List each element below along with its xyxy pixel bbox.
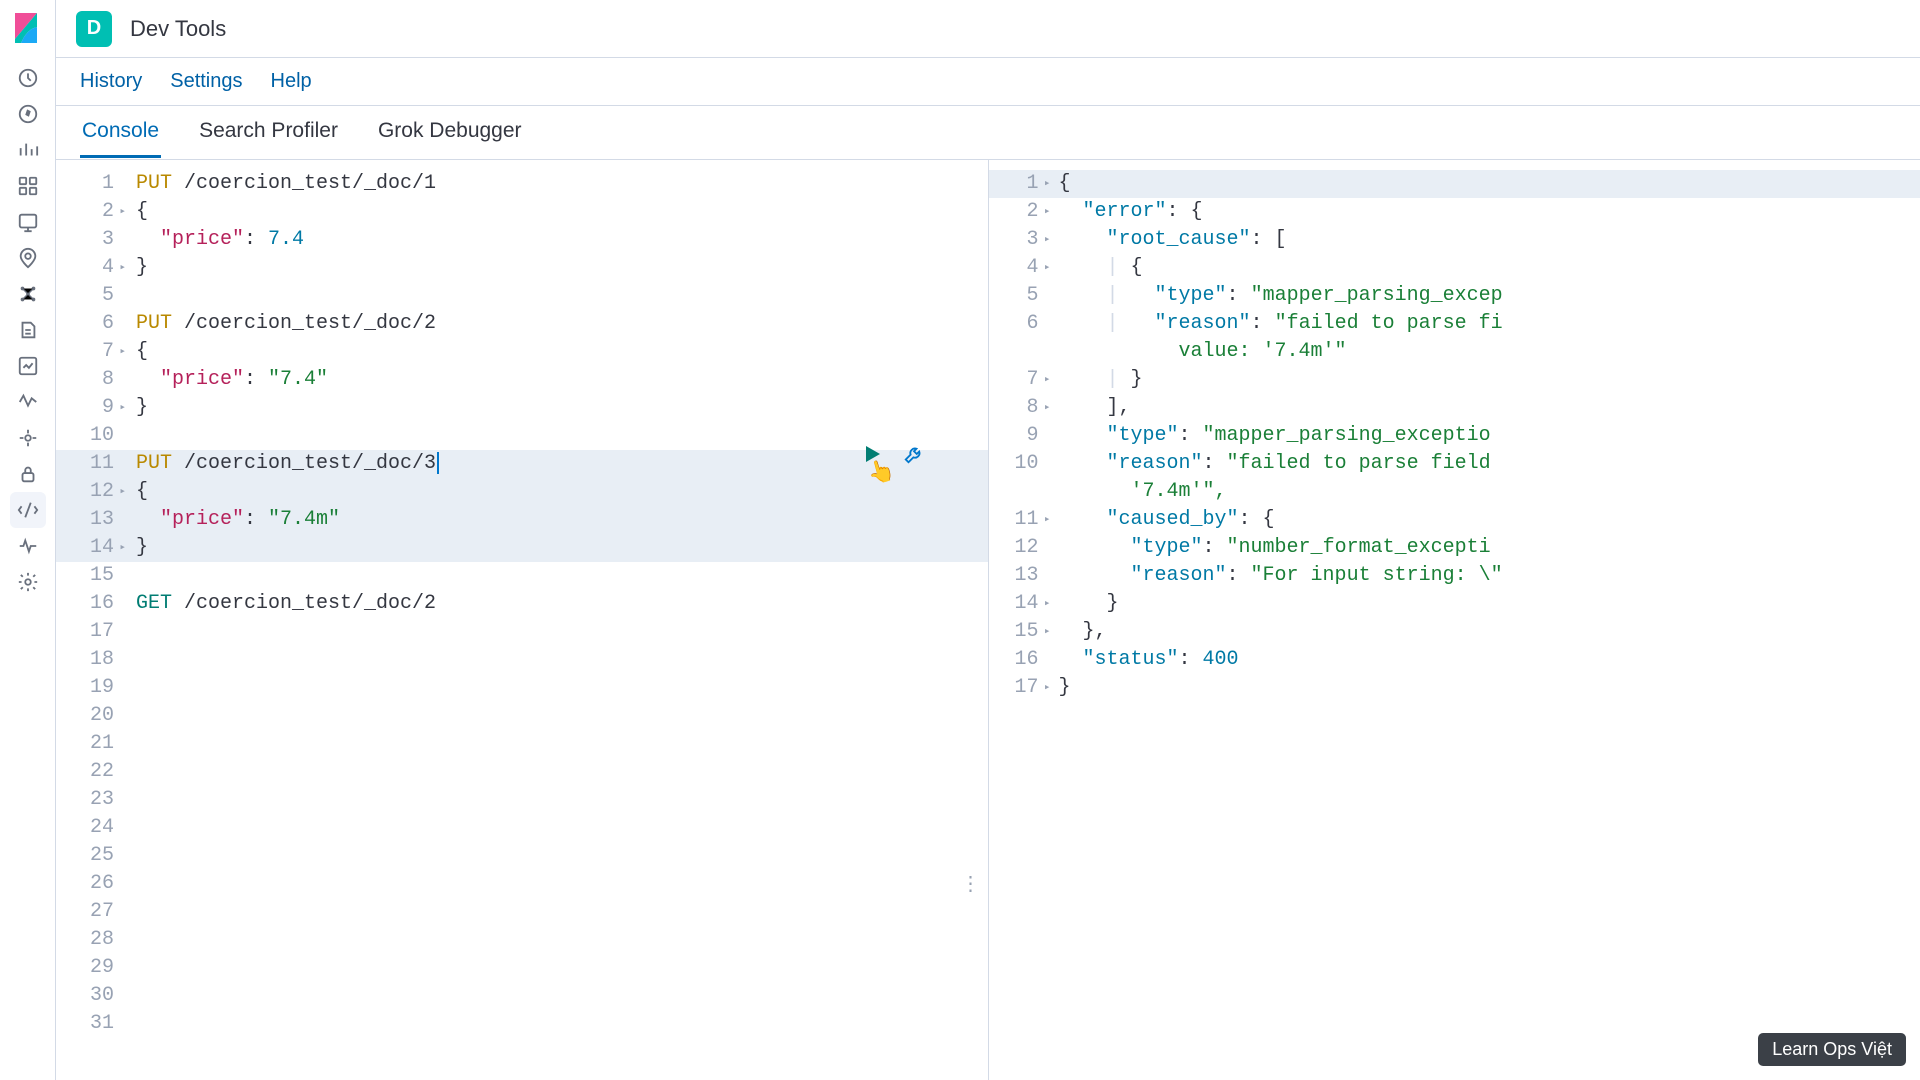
response-viewer[interactable]: 1234567891011121314151617{ "error": { "r…	[988, 160, 1920, 1080]
dashboard-icon[interactable]	[10, 168, 46, 204]
help-link[interactable]: Help	[271, 70, 312, 93]
code-line[interactable]: {	[136, 198, 988, 226]
code-line[interactable]: "caused_by": {	[1059, 506, 1920, 534]
space-badge[interactable]: D	[76, 11, 112, 47]
code-line[interactable]: }	[136, 394, 988, 422]
history-link[interactable]: History	[80, 70, 142, 93]
code-line[interactable]: "reason": "For input string: \"	[1059, 562, 1920, 590]
request-editor[interactable]: 👆 ⋮ 123456789101112131415161718192021222…	[56, 160, 988, 1080]
code-line[interactable]: | "reason": "failed to parse fi	[1059, 310, 1920, 338]
code-line[interactable]: "root_cause": [	[1059, 226, 1920, 254]
code-line[interactable]: {	[1059, 170, 1920, 198]
code-line[interactable]: {	[136, 338, 988, 366]
main-area: D Dev Tools History Settings Help Consol…	[56, 0, 1920, 1080]
code-line[interactable]: "type": "number_format_excepti	[1059, 534, 1920, 562]
toolbar: History Settings Help	[56, 58, 1920, 106]
discover-icon[interactable]	[10, 96, 46, 132]
code-line[interactable]: PUT /coercion_test/_doc/1	[136, 170, 988, 198]
code-line[interactable]: },	[1059, 618, 1920, 646]
side-nav	[0, 0, 56, 1080]
request-options-icon[interactable]	[900, 440, 928, 468]
watermark: Learn Ops Việt	[1758, 1033, 1906, 1066]
header-bar: D Dev Tools	[56, 0, 1920, 58]
console-panes: 👆 ⋮ 123456789101112131415161718192021222…	[56, 160, 1920, 1080]
code-line[interactable]	[136, 282, 988, 310]
code-line[interactable]: value: '7.4m'"	[1059, 338, 1920, 366]
dev-tools-icon[interactable]	[10, 492, 46, 528]
code-line[interactable]: }	[1059, 590, 1920, 618]
canvas-icon[interactable]	[10, 204, 46, 240]
visualize-icon[interactable]	[10, 132, 46, 168]
tabs: Console Search Profiler Grok Debugger	[56, 106, 1920, 160]
code-line[interactable]	[136, 562, 988, 590]
kibana-logo-icon[interactable]	[12, 12, 44, 44]
settings-link[interactable]: Settings	[170, 70, 242, 93]
code-line[interactable]: "error": {	[1059, 198, 1920, 226]
code-line[interactable]: | "type": "mapper_parsing_excep	[1059, 282, 1920, 310]
recent-icon[interactable]	[10, 60, 46, 96]
tab-console[interactable]: Console	[80, 107, 161, 158]
code-line[interactable]: }	[136, 534, 988, 562]
security-icon[interactable]	[10, 456, 46, 492]
uptime-icon[interactable]	[10, 420, 46, 456]
code-line[interactable]: ],	[1059, 394, 1920, 422]
code-line[interactable]: "price": "7.4"	[136, 366, 988, 394]
apm-icon[interactable]	[10, 384, 46, 420]
code-line[interactable]: | {	[1059, 254, 1920, 282]
ml-icon[interactable]	[10, 276, 46, 312]
maps-icon[interactable]	[10, 240, 46, 276]
code-line[interactable]: }	[136, 254, 988, 282]
code-line[interactable]: {	[136, 478, 988, 506]
code-line[interactable]: PUT /coercion_test/_doc/2	[136, 310, 988, 338]
code-line[interactable]: }	[1059, 674, 1920, 702]
management-icon[interactable]	[10, 564, 46, 600]
page-title: Dev Tools	[130, 16, 226, 42]
code-line[interactable]: "status": 400	[1059, 646, 1920, 674]
code-line[interactable]: '7.4m'",	[1059, 478, 1920, 506]
metrics-icon[interactable]	[10, 348, 46, 384]
code-line[interactable]: "type": "mapper_parsing_exceptio	[1059, 422, 1920, 450]
code-line[interactable]: "price": 7.4	[136, 226, 988, 254]
monitoring-icon[interactable]	[10, 528, 46, 564]
logs-icon[interactable]	[10, 312, 46, 348]
code-line[interactable]: "reason": "failed to parse field	[1059, 450, 1920, 478]
tab-grok-debugger[interactable]: Grok Debugger	[376, 107, 524, 158]
code-line[interactable]: "price": "7.4m"	[136, 506, 988, 534]
code-line[interactable]: GET /coercion_test/_doc/2	[136, 590, 988, 618]
code-line[interactable]: | }	[1059, 366, 1920, 394]
text-cursor	[437, 452, 439, 474]
tab-search-profiler[interactable]: Search Profiler	[197, 107, 340, 158]
